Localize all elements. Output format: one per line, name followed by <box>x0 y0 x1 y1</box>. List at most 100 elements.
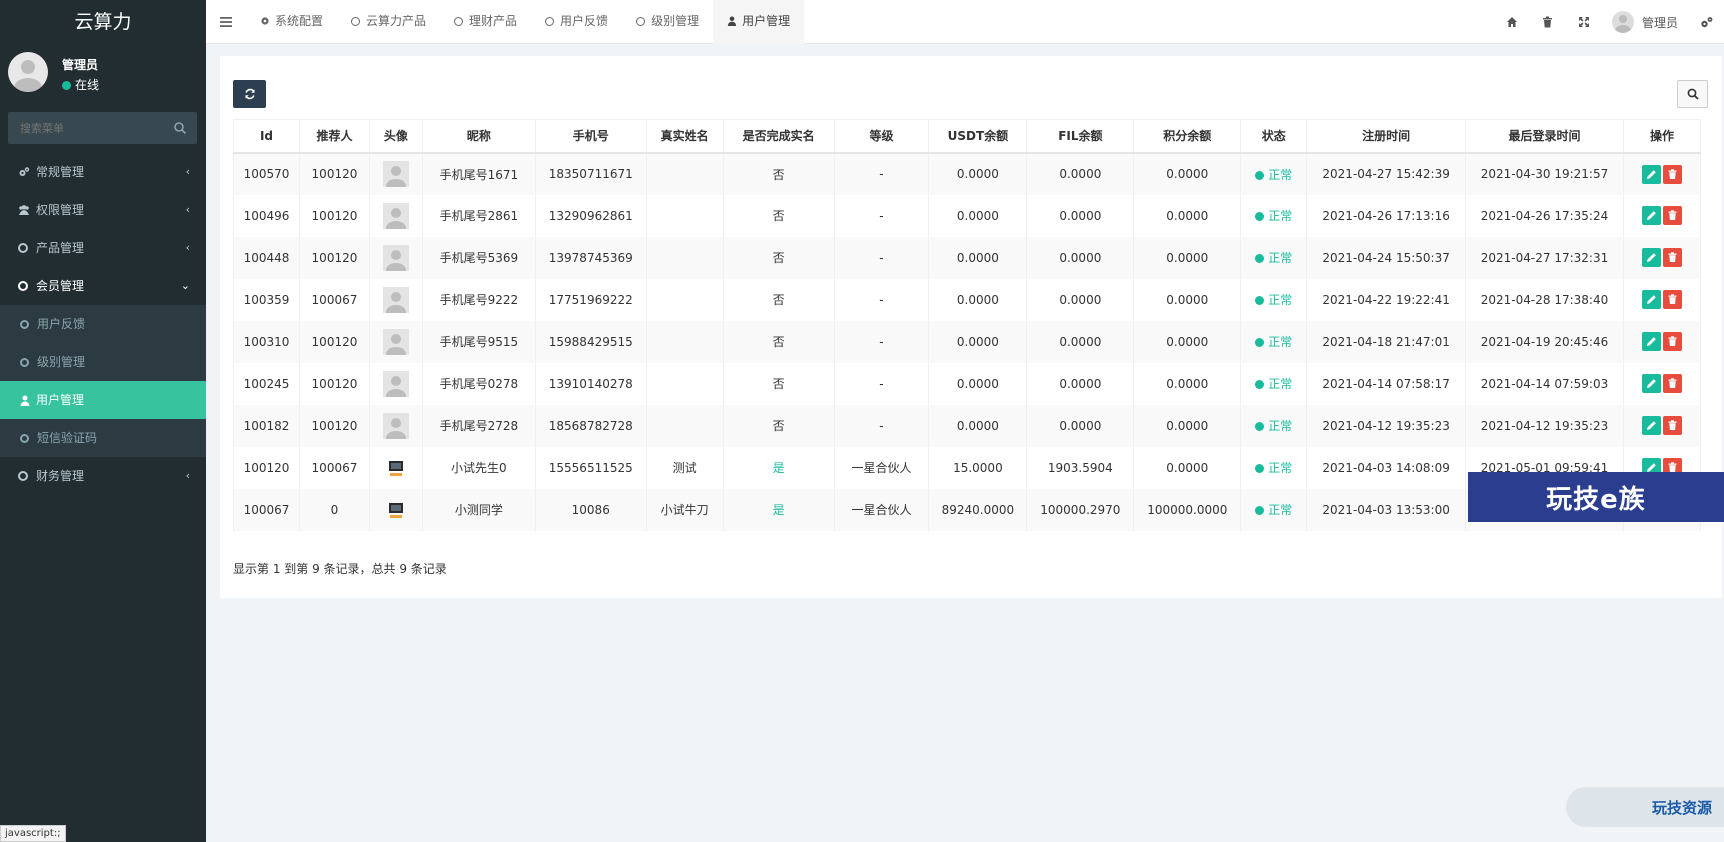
circle-icon <box>454 17 464 26</box>
user-avatar-thumb[interactable] <box>382 370 409 397</box>
col-register-time[interactable]: 注册时间 <box>1306 119 1467 154</box>
table-row[interactable]: 100496 100120 手机尾号2861 13290962861 否 -0.0000 0… <box>233 194 1702 237</box>
circle-icon <box>18 281 28 291</box>
chevron-left-icon: ‹ <box>185 203 190 216</box>
user-avatar-thumb[interactable] <box>382 244 409 271</box>
tab-users[interactable]: 用户管理 <box>713 0 805 44</box>
circle-icon <box>20 434 29 443</box>
trash-icon[interactable] <box>1530 0 1566 44</box>
cell-nickname: 手机尾号2728 <box>421 404 536 447</box>
cell-status: 正常 <box>1240 236 1308 279</box>
table-row[interactable]: 100245 100120 手机尾号0278 13910140278 否 -0.0000 0… <box>233 362 1702 405</box>
delete-button[interactable] <box>1662 290 1682 309</box>
gear-icon <box>261 17 269 25</box>
tab-system-config[interactable]: 系统配置 <box>246 0 337 44</box>
watermark-corner[interactable]: 玩技资源 <box>1566 787 1724 827</box>
table-row[interactable]: 100448 100120 手机尾号5369 13978745369 否 -0.0000 0… <box>233 236 1702 279</box>
online-dot-icon <box>62 81 71 90</box>
delete-button[interactable] <box>1662 332 1682 351</box>
edit-button[interactable] <box>1641 290 1661 309</box>
edit-button[interactable] <box>1641 248 1661 267</box>
col-referrer[interactable]: 推荐人 <box>298 119 370 154</box>
edit-button[interactable] <box>1641 374 1661 393</box>
trash-icon <box>1668 420 1677 430</box>
col-points[interactable]: 积分余额 <box>1133 119 1242 154</box>
tab-finance-products[interactable]: 理财产品 <box>440 0 531 44</box>
cell-actions <box>1622 194 1702 237</box>
refresh-button[interactable] <box>233 80 266 108</box>
table-header-row: Id 推荐人 头像 昵称 手机号 真实姓名 是否完成实名 等级 USDT余额 F… <box>233 119 1702 154</box>
col-status[interactable]: 状态 <box>1240 119 1308 154</box>
search-icon[interactable] <box>173 121 187 135</box>
menu-search-input[interactable] <box>8 112 168 144</box>
chevron-left-icon: ‹ <box>185 241 190 254</box>
user-avatar-thumb[interactable] <box>382 412 409 439</box>
cell-last-login: 2021-04-12 19:35:23 <box>1465 404 1624 447</box>
sidebar: 云算力 管理员 在线 常规管理 ‹ 权限管理 ‹ 产品管理 ‹ 会员管理 ⌄ 用… <box>0 0 206 842</box>
edit-button[interactable] <box>1641 416 1661 435</box>
sidebar-item-finance[interactable]: 财务管理 ‹ <box>0 457 206 495</box>
settings-icon[interactable] <box>1688 0 1724 44</box>
sidebar-subitem-users[interactable]: 用户管理 <box>0 381 206 419</box>
menu-toggle-icon[interactable] <box>218 14 234 30</box>
col-verified[interactable]: 是否完成实名 <box>722 119 835 154</box>
edit-button[interactable] <box>1641 206 1661 225</box>
sidebar-subitem-sms[interactable]: 短信验证码 <box>0 419 206 457</box>
sidebar-item-permissions[interactable]: 权限管理 ‹ <box>0 191 206 229</box>
sidebar-subitem-levels[interactable]: 级别管理 <box>0 343 206 381</box>
delete-button[interactable] <box>1662 164 1682 184</box>
user-avatar-thumb[interactable] <box>382 202 409 229</box>
tab-feedback[interactable]: 用户反馈 <box>531 0 622 44</box>
sidebar-subitem-feedback[interactable]: 用户反馈 <box>0 305 206 343</box>
table-row[interactable]: 100570 100120 手机尾号1671 18350711671 否 -0.0000 0… <box>233 152 1702 195</box>
home-icon[interactable] <box>1494 0 1530 44</box>
table-row[interactable]: 100182 100120 手机尾号2728 18568782728 否 -0.0000 0… <box>233 404 1702 447</box>
cell-realname <box>645 320 724 363</box>
cell-referrer: 100120 <box>298 320 370 363</box>
cell-usdt: 89240.0000 <box>928 488 1028 531</box>
tab-levels[interactable]: 级别管理 <box>622 0 713 44</box>
user-avatar-thumb[interactable] <box>382 328 409 355</box>
cell-phone: 10086 <box>534 488 647 531</box>
col-fil[interactable]: FIL余额 <box>1026 119 1135 154</box>
col-avatar[interactable]: 头像 <box>368 119 423 154</box>
col-nickname[interactable]: 昵称 <box>421 119 536 154</box>
col-level[interactable]: 等级 <box>833 119 930 154</box>
cell-phone: 15556511525 <box>534 446 647 489</box>
tab-cloud-products[interactable]: 云算力产品 <box>337 0 440 44</box>
delete-button[interactable] <box>1662 206 1682 225</box>
cell-phone: 13910140278 <box>534 362 647 405</box>
sidebar-item-general[interactable]: 常规管理 ‹ <box>0 153 206 191</box>
table-search-button[interactable] <box>1677 80 1708 108</box>
col-last-login[interactable]: 最后登录时间 <box>1465 119 1624 154</box>
cell-referrer: 0 <box>298 488 370 531</box>
navbar-avatar <box>1611 11 1634 33</box>
col-phone[interactable]: 手机号 <box>534 119 647 154</box>
user-avatar-thumb[interactable] <box>388 502 404 518</box>
navbar-user-menu[interactable]: 管理员 <box>1602 11 1688 33</box>
edit-button[interactable] <box>1641 332 1661 351</box>
status-dot-icon <box>1255 212 1265 221</box>
fullscreen-icon[interactable] <box>1566 0 1602 44</box>
delete-button[interactable] <box>1662 248 1682 267</box>
edit-button[interactable] <box>1641 164 1661 184</box>
cell-referrer: 100067 <box>298 446 370 489</box>
cell-register-time: 2021-04-14 07:58:17 <box>1306 362 1467 405</box>
sidebar-item-members[interactable]: 会员管理 ⌄ <box>0 267 206 305</box>
sidebar-item-products[interactable]: 产品管理 ‹ <box>0 229 206 267</box>
user-avatar-thumb[interactable] <box>382 161 409 187</box>
col-usdt[interactable]: USDT余额 <box>928 119 1028 154</box>
brand-logo[interactable]: 云算力 <box>0 0 206 44</box>
user-avatar-thumb[interactable] <box>382 286 409 313</box>
delete-button[interactable] <box>1662 416 1682 435</box>
pagination-info: 显示第 1 到第 9 条记录，总共 9 条记录 <box>233 562 447 576</box>
cell-referrer: 100120 <box>298 152 370 195</box>
delete-button[interactable] <box>1662 374 1682 393</box>
cell-register-time: 2021-04-03 13:53:00 <box>1306 488 1467 531</box>
col-id[interactable]: Id <box>233 119 300 154</box>
table-row[interactable]: 100359 100067 手机尾号9222 17751969222 否 -0.0000 0… <box>233 278 1702 321</box>
cell-register-time: 2021-04-12 19:35:23 <box>1306 404 1467 447</box>
user-avatar-thumb[interactable] <box>388 460 404 476</box>
table-row[interactable]: 100310 100120 手机尾号9515 15988429515 否 -0.0000 0… <box>233 320 1702 363</box>
col-realname[interactable]: 真实姓名 <box>645 119 724 154</box>
